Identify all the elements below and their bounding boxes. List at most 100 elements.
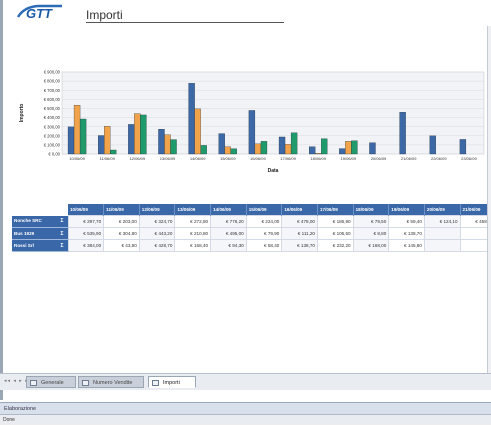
bar	[284, 144, 292, 155]
x-tick-label: 10/06/09	[69, 156, 85, 161]
column-header[interactable]: 11/06/09	[103, 204, 140, 216]
title-underline	[86, 22, 284, 23]
column-header[interactable]: 17/06/09	[317, 204, 354, 216]
bar	[170, 139, 177, 155]
gtt-logo: GTT	[16, 3, 64, 21]
y-tick-label: € 0,00	[48, 152, 60, 157]
x-tick-label: 16/06/09	[250, 156, 266, 161]
column-header[interactable]: 15/06/09	[246, 204, 283, 216]
bar	[188, 83, 195, 155]
table-cell[interactable]: € 138,70	[281, 239, 318, 252]
table-cell[interactable]: € 443,20	[138, 227, 176, 240]
y-tick-label: € 800,00	[44, 79, 61, 84]
x-tick-label: 17/06/09	[280, 156, 296, 161]
row-header[interactable]: Bus 1929 Σ	[12, 227, 68, 240]
table-cell[interactable]: € 304,80	[103, 227, 140, 240]
row-header[interactable]: Nonche SRC Σ	[12, 215, 68, 228]
table-cell[interactable]: € 428,70	[138, 239, 176, 252]
bar	[224, 146, 231, 155]
importi-chart: € 0,00 € 100,00 € 200,00 € 300,00 € 400,00 € …	[14, 66, 491, 182]
table-cell[interactable]: € 186,90	[316, 215, 354, 228]
row-label: Nonche SRC	[14, 218, 42, 224]
table-cell[interactable]: € 203,00	[103, 215, 140, 228]
table-row: Nonche SRC Σ € 297,70 € 203,00 € 324,70 € 272…	[12, 215, 491, 228]
table-cell[interactable]: € 272,80	[174, 215, 212, 228]
table-cell[interactable]: € 535,90	[67, 227, 105, 240]
table-cell[interactable]: € 232,20	[316, 239, 354, 252]
page-title: Importi	[86, 8, 123, 22]
column-header[interactable]: 18/06/09	[353, 204, 390, 216]
bar	[278, 136, 286, 155]
tab-generale[interactable]: Generale	[26, 376, 76, 388]
x-tick-label: 20/06/09	[371, 156, 387, 161]
x-tick-label: 19/06/09	[341, 156, 357, 161]
bar	[67, 126, 75, 155]
table-cell[interactable]: € 145,80	[388, 239, 425, 252]
table-cell[interactable]: € 105,50	[316, 227, 354, 240]
tab-importi[interactable]: Importi	[148, 376, 196, 388]
table-cell[interactable]: € 58,40	[245, 239, 283, 252]
x-tick-label: 11/06/09	[100, 156, 116, 161]
table-cell[interactable]	[423, 227, 461, 240]
column-header[interactable]: 19/06/09	[388, 204, 425, 216]
column-header[interactable]: 10/06/09	[68, 204, 105, 216]
row-label: Bus 1929	[14, 230, 35, 236]
row-header[interactable]: Rossi Srl Σ	[12, 239, 68, 252]
bar	[158, 128, 165, 155]
table-cell[interactable]: € 478,00	[281, 215, 318, 228]
chart-svg: € 0,00 € 100,00 € 200,00 € 300,00 € 400,00 € …	[19, 70, 485, 174]
table-cell[interactable]: € 384,00	[67, 239, 105, 252]
table-cell[interactable]: € 43,80	[103, 239, 140, 252]
grid-header-row: 10/06/09 11/06/09 12/06/09 13/06/09 14/06/09…	[12, 204, 491, 216]
table-cell[interactable]: € 94,30	[210, 239, 247, 252]
sheet-icon	[152, 380, 159, 386]
sheet-icon	[82, 380, 89, 386]
table-cell[interactable]: € 158,40	[174, 239, 212, 252]
bar	[164, 134, 171, 155]
table-cell[interactable]: € 168,00	[352, 239, 390, 252]
table-cell[interactable]: € 297,70	[67, 215, 105, 228]
bar	[429, 135, 436, 155]
sheet-icon	[30, 380, 37, 386]
grid-body: Nonche SRC Σ € 297,70 € 203,00 € 324,70 € 272…	[12, 215, 491, 252]
x-tick-label: 12/06/09	[130, 156, 146, 161]
y-tick-label: € 400,00	[44, 115, 61, 120]
column-header[interactable]: 14/06/09	[210, 204, 247, 216]
table-cell[interactable]: € 776,20	[210, 215, 247, 228]
tab-numero-vendite[interactable]: Numero Vendite	[78, 376, 144, 388]
table-cell[interactable]: € 224,00	[245, 215, 283, 228]
status-section-header: Elaborazione	[0, 402, 491, 414]
bar	[230, 148, 237, 155]
bar	[339, 148, 346, 155]
tab-label: Importi	[163, 380, 180, 386]
pivot-table: 10/06/09 11/06/09 12/06/09 13/06/09 14/06/09…	[12, 204, 491, 252]
row-label: Rossi Srl	[14, 242, 34, 248]
table-cell[interactable]: € 495,00	[210, 227, 247, 240]
table-cell[interactable]	[423, 239, 461, 252]
y-tick-label: € 300,00	[44, 124, 61, 129]
column-header[interactable]: 13/06/09	[174, 204, 212, 216]
bar	[321, 138, 328, 155]
table-cell[interactable]: € 8,80	[352, 227, 390, 240]
table-cell[interactable]: € 138,70	[388, 227, 425, 240]
x-tick-label: 23/06/09	[461, 156, 477, 161]
table-cell[interactable]: € 324,70	[138, 215, 176, 228]
bar	[254, 143, 262, 155]
column-header[interactable]: 12/06/09	[139, 204, 176, 216]
table-cell[interactable]: € 111,20	[281, 227, 318, 240]
x-tick-label: 14/06/09	[190, 156, 206, 161]
bar	[351, 140, 358, 155]
table-cell[interactable]: € 210,80	[174, 227, 212, 240]
y-tick-label: € 100,00	[44, 142, 61, 147]
vertical-scrollbar[interactable]	[487, 26, 491, 373]
table-cell[interactable]: € 79,90	[245, 227, 283, 240]
table-cell[interactable]: € 59,40	[388, 215, 425, 228]
sum-icon: Σ	[60, 218, 64, 225]
bar	[369, 142, 376, 155]
table-cell[interactable]: € 79,50	[352, 215, 390, 228]
column-header[interactable]: 16/06/09	[281, 204, 318, 216]
table-cell[interactable]: € 124,10	[423, 215, 461, 228]
bar	[260, 141, 268, 155]
data-grid[interactable]: 10/06/09 11/06/09 12/06/09 13/06/09 14/06/09…	[12, 204, 491, 258]
column-header[interactable]: 20/06/09	[424, 204, 461, 216]
